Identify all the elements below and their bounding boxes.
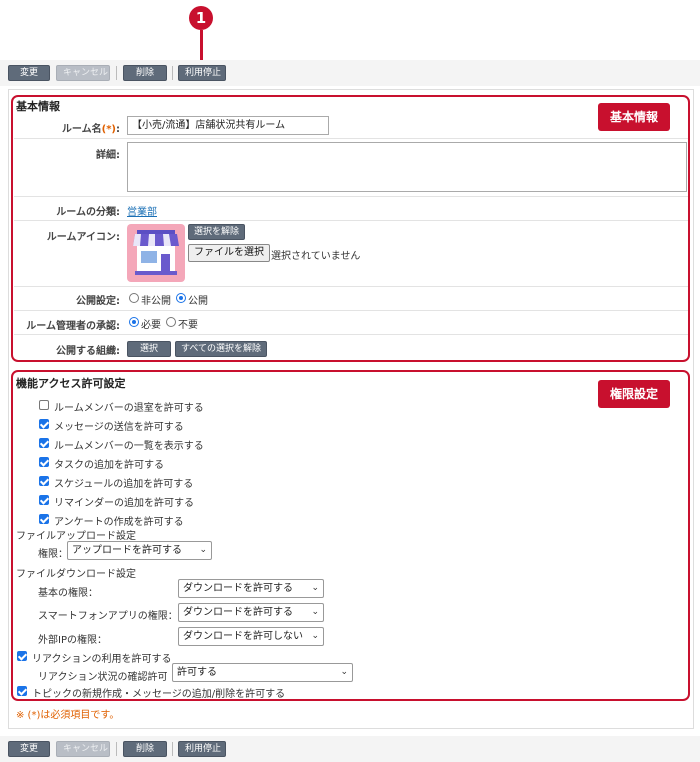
- chevron-down-icon: ⌄: [311, 583, 319, 593]
- row-divider: [14, 310, 688, 311]
- permission-checkbox[interactable]: [39, 419, 49, 429]
- org-label: 公開する組織:: [56, 346, 120, 357]
- publish-public-radio[interactable]: [176, 293, 186, 303]
- chevron-down-icon: ⌄: [340, 667, 348, 677]
- permission-checkbox-label: スケジュールの追加を許可する: [54, 479, 194, 490]
- dl-basic-select[interactable]: ダウンロードを許可する ⌄: [178, 579, 324, 598]
- dl-basic-label: 基本の権限：: [38, 588, 98, 599]
- cancel-button[interactable]: キャンセル: [56, 65, 110, 81]
- chevron-down-icon: ⌄: [311, 607, 319, 617]
- row-divider: [14, 220, 688, 221]
- dl-phone-select[interactable]: ダウンロードを許可する ⌄: [178, 603, 324, 622]
- room-name-input[interactable]: 【小売/流通】店舗状況共有ルーム: [127, 116, 329, 135]
- basic-info-title: 基本情報: [16, 100, 60, 113]
- row-divider: [14, 286, 688, 287]
- cancel-button[interactable]: キャンセル: [56, 741, 110, 757]
- change-button[interactable]: 変更: [8, 741, 50, 757]
- dl-ip-label: 外部IPの権限：: [38, 635, 107, 646]
- required-note: ※ (*)は必須項目です。: [16, 710, 120, 721]
- upload-perm-select[interactable]: アップロードを許可する ⌄: [67, 541, 212, 560]
- topic-label: トピックの新規作成・メッセージの追加/削除を許可する: [32, 689, 286, 700]
- suspend-button[interactable]: 利用停止: [178, 65, 226, 81]
- required-mark: (*): [101, 124, 116, 135]
- reaction-confirm-label: リアクション状況の確認許可: [38, 672, 168, 683]
- row-divider: [14, 196, 688, 197]
- download-heading: ファイルダウンロード設定: [16, 569, 136, 580]
- permission-checkbox[interactable]: [39, 457, 49, 467]
- publish-label: 公開設定:: [76, 296, 120, 307]
- detail-textarea[interactable]: [127, 142, 687, 192]
- approval-label: ルーム管理者の承認:: [26, 321, 120, 332]
- permissions-title: 機能アクセス許可設定: [16, 377, 126, 390]
- top-area: [0, 0, 700, 60]
- permission-checkbox-label: リマインダーの追加を許可する: [54, 498, 194, 509]
- publish-private-label: 非公開: [141, 296, 171, 307]
- approval-not-required-radio[interactable]: [166, 317, 176, 327]
- approval-required-label: 必要: [141, 320, 161, 331]
- permission-checkbox[interactable]: [39, 438, 49, 448]
- no-file-text: 選択されていません: [271, 251, 361, 262]
- row-divider: [14, 334, 688, 335]
- delete-button[interactable]: 削除: [123, 65, 167, 81]
- reaction-checkbox[interactable]: [17, 651, 27, 661]
- upload-perm-label: 権限：: [38, 549, 68, 560]
- publish-private-radio[interactable]: [129, 293, 139, 303]
- detail-label: 詳細:: [96, 150, 120, 161]
- upload-heading: ファイルアップロード設定: [16, 531, 136, 542]
- chevron-down-icon: ⌄: [311, 631, 319, 641]
- basic-info-badge: 基本情報: [598, 103, 671, 131]
- step-marker-1: 1: [189, 6, 213, 30]
- publish-public-label: 公開: [188, 296, 208, 307]
- delete-button[interactable]: 削除: [123, 741, 167, 757]
- store-icon: [127, 224, 185, 282]
- dl-ip-select[interactable]: ダウンロードを許可しない ⌄: [178, 627, 324, 646]
- permission-checkbox[interactable]: [39, 514, 49, 524]
- change-button[interactable]: 変更: [8, 65, 50, 81]
- org-select-button[interactable]: 選択: [127, 341, 171, 357]
- approval-not-required-label: 不要: [178, 320, 198, 331]
- permission-checkbox-label: アンケートの作成を許可する: [54, 517, 184, 528]
- row-divider: [14, 138, 688, 139]
- permission-checkbox[interactable]: [39, 400, 49, 410]
- permission-checkbox[interactable]: [39, 495, 49, 505]
- room-icon-label: ルームアイコン:: [46, 232, 120, 243]
- top-toolbar: 変更 キャンセル 削除 利用停止: [0, 60, 700, 86]
- category-link[interactable]: 営業部: [127, 203, 157, 218]
- clear-icon-button[interactable]: 選択を解除: [188, 224, 246, 240]
- toolbar-divider: [172, 66, 173, 80]
- suspend-button[interactable]: 利用停止: [178, 741, 226, 757]
- permission-checkbox-label: ルームメンバーの退室を許可する: [54, 403, 204, 414]
- toolbar-divider: [116, 742, 117, 756]
- reaction-label: リアクションの利用を許可する: [32, 654, 172, 665]
- toolbar-divider: [116, 66, 117, 80]
- topic-checkbox[interactable]: [17, 686, 27, 696]
- permission-checkbox-label: ルームメンバーの一覧を表示する: [54, 441, 204, 452]
- chevron-down-icon: ⌄: [199, 545, 207, 555]
- permissions-badge: 権限設定: [598, 380, 671, 408]
- reaction-confirm-select[interactable]: 許可する ⌄: [172, 663, 353, 682]
- category-label: ルームの分類:: [56, 207, 120, 218]
- step-marker-pointer: [200, 30, 203, 62]
- org-clear-all-button[interactable]: すべての選択を解除: [175, 341, 268, 357]
- dl-phone-label: スマートフォンアプリの権限：: [38, 611, 178, 622]
- permission-checkbox-label: タスクの追加を許可する: [54, 460, 164, 471]
- permission-checkbox-label: メッセージの送信を許可する: [54, 422, 184, 433]
- room-name-label: ルーム名(*):: [61, 124, 120, 135]
- bottom-toolbar: 変更 キャンセル 削除 利用停止: [0, 736, 700, 762]
- toolbar-divider: [172, 742, 173, 756]
- approval-required-radio[interactable]: [129, 317, 139, 327]
- choose-file-button[interactable]: ファイルを選択: [188, 244, 270, 262]
- permission-checkbox[interactable]: [39, 476, 49, 486]
